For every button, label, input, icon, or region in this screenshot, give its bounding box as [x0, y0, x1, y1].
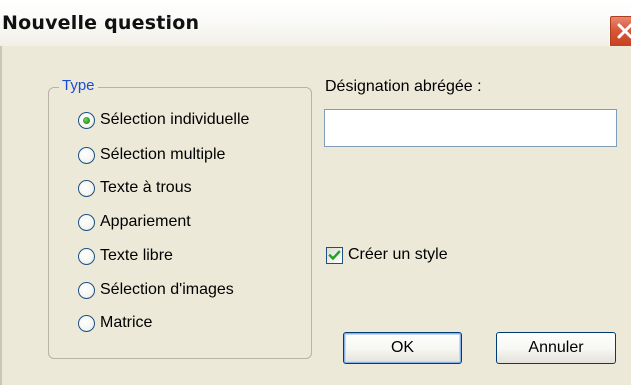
close-icon: [617, 23, 631, 39]
radio-label: Sélection individuelle: [100, 111, 250, 128]
radio-button[interactable]: [78, 315, 95, 332]
radio-button[interactable]: [78, 214, 95, 231]
checkmark-icon: [328, 250, 341, 261]
short-name-label: Désignation abrégée :: [325, 78, 482, 95]
close-button[interactable]: [609, 15, 631, 48]
window-border: [0, 46, 2, 385]
radio-button[interactable]: [78, 147, 95, 164]
radio-label: Sélection d'images: [100, 281, 234, 298]
radio-label: Appariement: [100, 213, 191, 230]
radio-button-checked[interactable]: [78, 112, 95, 129]
create-style-checkbox[interactable]: [326, 247, 343, 264]
type-group-legend: Type: [59, 77, 98, 94]
radio-button[interactable]: [78, 248, 95, 265]
radio-button[interactable]: [78, 282, 95, 299]
create-style-label: Créer un style: [348, 246, 448, 263]
radio-label: Texte libre: [100, 247, 173, 264]
radio-label: Sélection multiple: [100, 146, 226, 163]
dialog-title: Nouvelle question: [2, 12, 200, 34]
ok-button[interactable]: OK: [343, 332, 462, 364]
radio-label: Texte à trous: [100, 179, 192, 196]
radio-label: Matrice: [100, 314, 153, 331]
radio-button[interactable]: [78, 180, 95, 197]
cancel-button[interactable]: Annuler: [496, 332, 616, 364]
title-bar[interactable]: Nouvelle question: [0, 0, 631, 48]
dialog-window: Nouvelle question Type Sélection individ…: [0, 0, 631, 385]
short-name-input[interactable]: [324, 109, 617, 147]
